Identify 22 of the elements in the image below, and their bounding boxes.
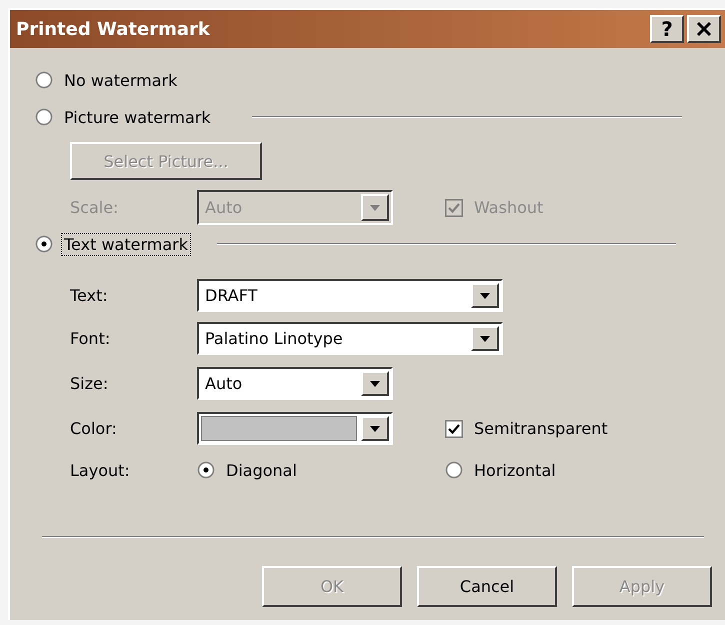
dropdown[interactable]: Auto (197, 367, 393, 400)
field-label: Color: (70, 419, 118, 438)
dialog-button[interactable]: Cancel (417, 566, 557, 607)
dropdown-value: Auto (204, 374, 242, 393)
field-label: Size: (70, 374, 110, 393)
checkbox-label[interactable]: Semitransparent (471, 417, 611, 440)
window-title: Printed Watermark (16, 18, 210, 40)
help-button[interactable]: ? (650, 15, 684, 43)
dropdown-value: Palatino Linotype (204, 329, 343, 348)
option-label[interactable]: No watermark (61, 68, 180, 92)
option-label[interactable]: Horizontal (471, 458, 559, 482)
option-label[interactable]: Diagonal (223, 458, 300, 482)
dropdown-value: DRAFT (204, 286, 258, 305)
field-label: Layout: (70, 460, 131, 480)
dropdown[interactable]: Palatino Linotype (197, 322, 503, 355)
field-label: Text: (70, 286, 109, 305)
dropdown[interactable]: DRAFT (197, 279, 503, 312)
field-label: Font: (70, 329, 112, 348)
dropdown-value: Auto (204, 198, 242, 217)
option-label[interactable]: Text watermark (61, 232, 191, 256)
field-label: Scale: (70, 198, 120, 217)
option-label[interactable]: Picture watermark (61, 106, 214, 128)
